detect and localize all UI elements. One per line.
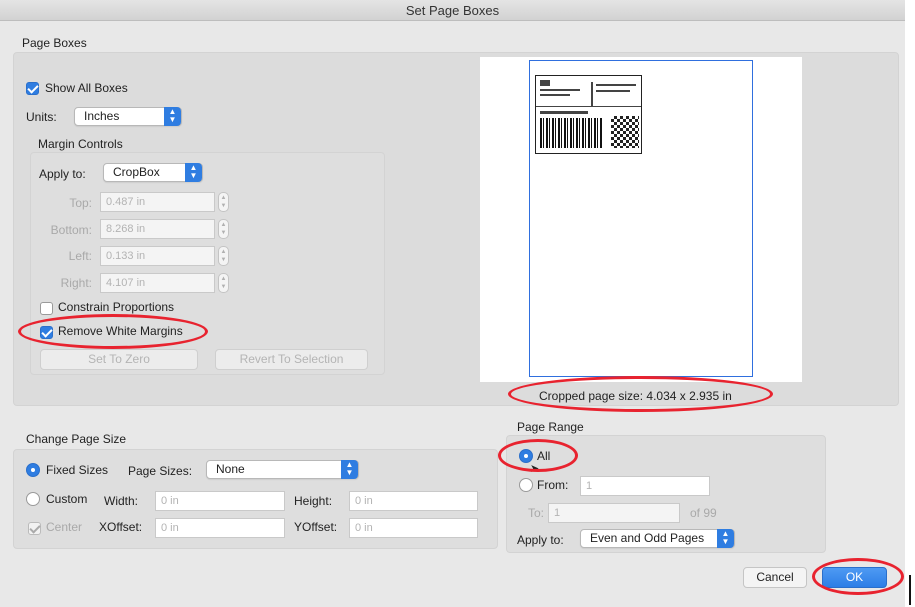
bottom-stepper[interactable]: ▲ ▼: [218, 219, 229, 239]
apply-to-label: Apply to:: [39, 167, 86, 181]
from-label: From:: [537, 478, 569, 492]
set-to-zero-button[interactable]: Set To Zero: [40, 349, 198, 370]
right-label: Right:: [60, 276, 92, 290]
width-field[interactable]: 0 in: [155, 491, 285, 511]
constrain-proportions-checkbox[interactable]: [40, 302, 53, 315]
top-label: Top:: [69, 196, 92, 210]
to-label: To:: [527, 506, 544, 520]
height-label: Height:: [294, 494, 333, 508]
shipping-label-thumbnail: [535, 75, 642, 154]
mouse-cursor-icon: ➤: [530, 463, 540, 475]
remove-white-margins-label: Remove White Margins: [58, 324, 183, 338]
remove-white-margins-checkbox[interactable]: [40, 326, 53, 339]
page-range-section-label: Page Range: [517, 420, 584, 434]
xoffset-label: XOffset:: [99, 520, 143, 534]
page-sizes-popup[interactable]: None ▲ ▼: [206, 460, 359, 479]
page-outline: [529, 60, 753, 377]
right-field[interactable]: 4.107 in: [100, 273, 215, 293]
cancel-button[interactable]: Cancel: [743, 567, 807, 588]
bottom-label: Bottom:: [50, 223, 92, 237]
page-range-apply-to-label: Apply to:: [517, 533, 564, 547]
xoffset-field[interactable]: 0 in: [155, 518, 285, 538]
right-stepper[interactable]: ▲ ▼: [218, 273, 229, 293]
page-range-apply-to-popup[interactable]: Even and Odd Pages ▲ ▼: [580, 529, 735, 548]
left-field[interactable]: 0.133 in: [100, 246, 215, 266]
custom-label: Custom: [46, 492, 88, 506]
chevron-updown-icon: ▲ ▼: [185, 163, 202, 182]
chevron-updown-icon: ▲ ▼: [341, 460, 358, 479]
revert-to-selection-button[interactable]: Revert To Selection: [215, 349, 368, 370]
bottom-field[interactable]: 8.268 in: [100, 219, 215, 239]
units-label: Units:: [26, 110, 57, 124]
center-label: Center: [46, 520, 83, 534]
top-stepper[interactable]: ▲ ▼: [218, 192, 229, 212]
show-all-boxes-label: Show All Boxes: [45, 81, 128, 95]
margin-controls-label: Margin Controls: [38, 137, 123, 151]
chevron-updown-icon: ▲ ▼: [164, 107, 181, 126]
window-title: Set Page Boxes: [0, 0, 905, 21]
left-label: Left:: [68, 249, 92, 263]
show-all-boxes-checkbox[interactable]: [26, 82, 39, 95]
page-range-apply-to-value: Even and Odd Pages: [590, 531, 705, 545]
page-preview: [480, 57, 802, 382]
cropped-page-size-text: Cropped page size: 4.034 x 2.935 in: [539, 389, 732, 403]
set-page-boxes-dialog: Set Page Boxes Page Boxes Show All Boxes…: [0, 0, 905, 607]
width-label: Width:: [104, 494, 139, 508]
of-pages-text: of 99: [690, 506, 717, 520]
apply-to-value: CropBox: [113, 165, 160, 179]
yoffset-field[interactable]: 0 in: [349, 518, 478, 538]
ok-button[interactable]: OK: [822, 567, 887, 588]
custom-radio[interactable]: [26, 492, 40, 506]
chevron-updown-icon: ▲ ▼: [717, 529, 734, 548]
fixed-sizes-radio[interactable]: [26, 463, 40, 477]
height-field[interactable]: 0 in: [349, 491, 478, 511]
to-field[interactable]: 1: [548, 503, 680, 523]
fixed-sizes-label: Fixed Sizes: [46, 463, 109, 477]
left-stepper[interactable]: ▲ ▼: [218, 246, 229, 266]
all-radio[interactable]: [519, 449, 533, 463]
apply-to-popup[interactable]: CropBox ▲ ▼: [103, 163, 203, 182]
center-checkbox[interactable]: [28, 522, 41, 535]
all-label: All: [537, 449, 551, 463]
window-edge-marker: [909, 575, 911, 605]
yoffset-label: YOffset:: [294, 520, 338, 534]
page-sizes-value: None: [216, 462, 245, 476]
from-radio[interactable]: [519, 478, 533, 492]
constrain-proportions-label: Constrain Proportions: [58, 300, 175, 314]
from-field[interactable]: 1: [580, 476, 710, 496]
top-field[interactable]: 0.487 in: [100, 192, 215, 212]
units-value: Inches: [84, 109, 120, 123]
page-sizes-label: Page Sizes:: [128, 464, 193, 478]
page-boxes-section-label: Page Boxes: [22, 36, 87, 50]
units-popup[interactable]: Inches ▲ ▼: [74, 107, 182, 126]
change-page-size-section-label: Change Page Size: [26, 432, 127, 446]
